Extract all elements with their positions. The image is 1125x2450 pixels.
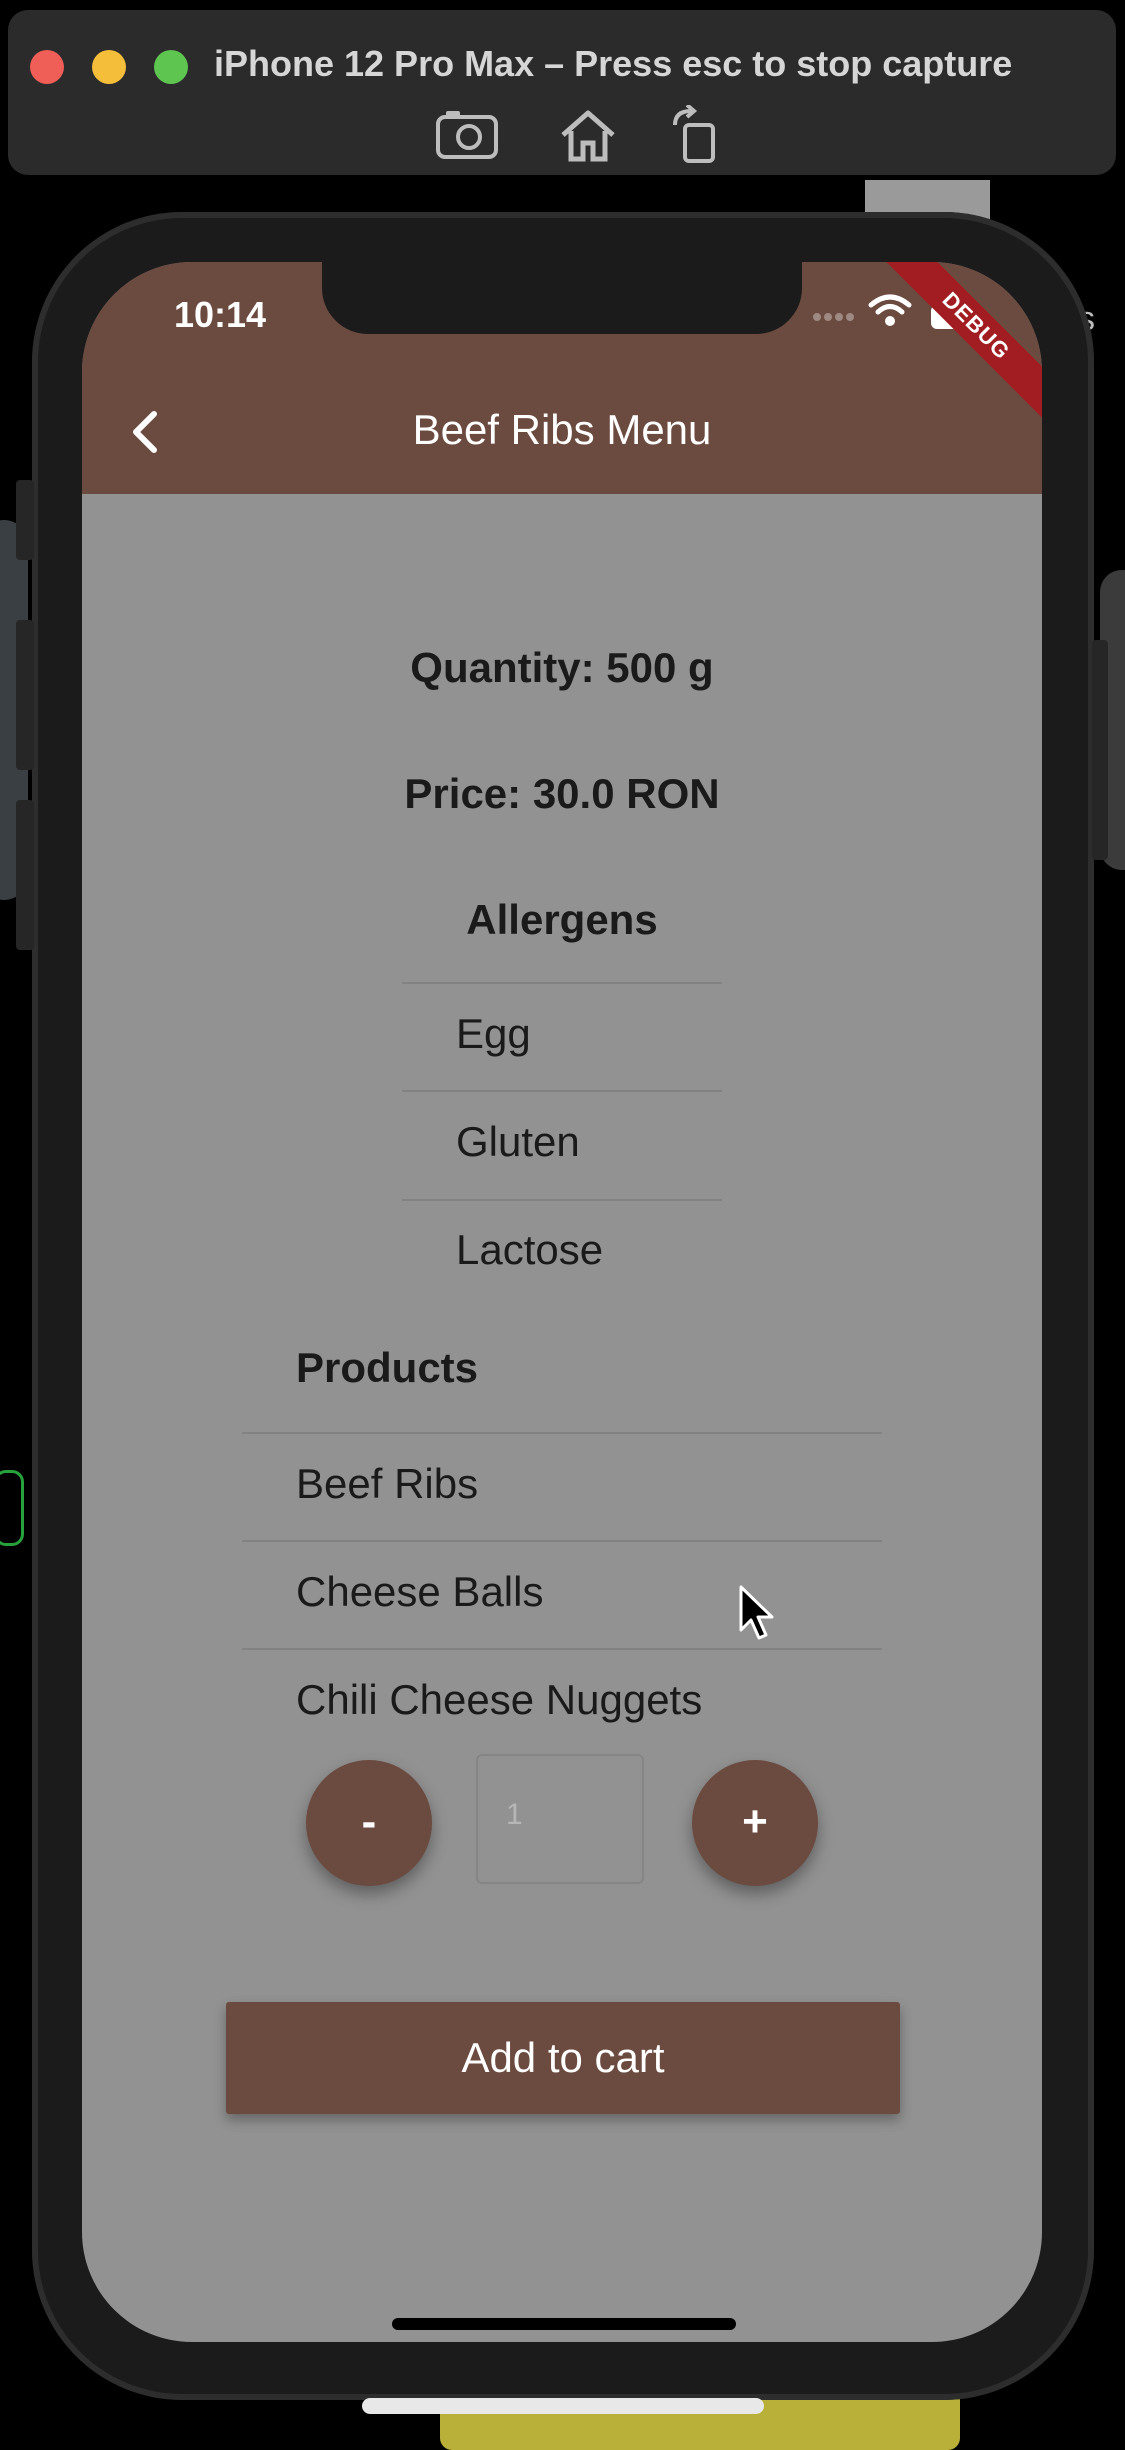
divider	[242, 1540, 882, 1542]
device-side-button	[1092, 640, 1108, 860]
quantity-label: Quantity: 500 g	[410, 644, 714, 691]
increase-quantity-button[interactable]: +	[692, 1760, 818, 1886]
rotate-icon[interactable]	[663, 105, 733, 165]
product-item[interactable]: Chili Cheese Nuggets	[296, 1676, 702, 1724]
close-window-button[interactable]	[30, 50, 64, 84]
divider	[242, 1432, 882, 1434]
quantity-input[interactable]: 1	[476, 1754, 644, 1884]
phone-screen: 10:14 DEBUG Beef Ribs Menu Quantity: 500…	[82, 262, 1042, 2342]
screenshot-icon[interactable]	[432, 105, 502, 165]
notch	[322, 262, 802, 334]
capture-title: iPhone 12 Pro Max – Press esc to stop ca…	[214, 43, 1013, 84]
device-side-button	[16, 480, 34, 560]
page-title: Beef Ribs Menu	[412, 406, 712, 453]
allergen-item: Egg	[456, 1010, 531, 1057]
wifi-icon	[868, 294, 912, 326]
maximize-window-button[interactable]	[154, 50, 188, 84]
minimize-window-button[interactable]	[92, 50, 126, 84]
signal-icon	[813, 313, 854, 321]
divider	[402, 982, 722, 984]
product-item[interactable]: Beef Ribs	[296, 1460, 478, 1508]
divider	[242, 1648, 882, 1650]
divider	[402, 1199, 722, 1201]
decrease-quantity-button[interactable]: -	[306, 1760, 432, 1886]
product-item[interactable]: Cheese Balls	[296, 1568, 543, 1616]
add-to-cart-button[interactable]: Add to cart	[226, 2002, 900, 2114]
background-shape	[0, 1470, 24, 1546]
device-side-button	[16, 620, 34, 770]
allergens-heading: Allergens	[466, 896, 658, 943]
home-icon[interactable]	[553, 105, 623, 165]
products-heading: Products	[296, 1344, 479, 1391]
capture-scroll-bar[interactable]	[362, 2398, 764, 2414]
capture-toolbar: iPhone 12 Pro Max – Press esc to stop ca…	[8, 10, 1116, 175]
price-label: Price: 30.0 RON	[404, 770, 720, 817]
allergen-item: Lactose	[456, 1226, 604, 1273]
allergen-item: Gluten	[456, 1118, 580, 1165]
divider	[402, 1090, 722, 1092]
app-bar: 10:14 DEBUG Beef Ribs Menu	[82, 262, 1042, 494]
status-time: 10:14	[174, 294, 267, 335]
home-indicator	[392, 2318, 736, 2330]
device-side-button	[16, 800, 34, 950]
mouse-cursor-icon	[739, 1585, 774, 1640]
